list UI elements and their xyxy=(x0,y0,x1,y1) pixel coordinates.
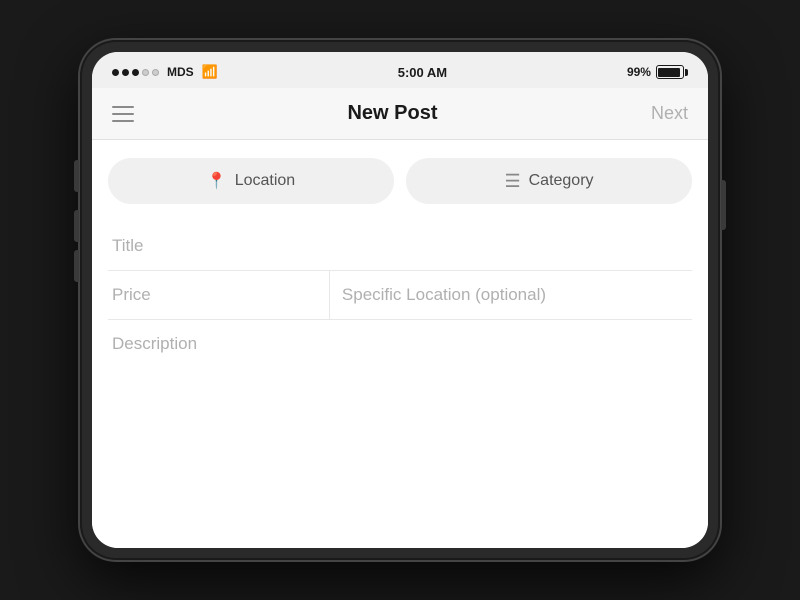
signal-dot-5 xyxy=(152,69,159,76)
location-pill-label: Location xyxy=(235,172,296,190)
specific-location-placeholder: Specific Location (optional) xyxy=(342,285,546,304)
wifi-icon: 📶 xyxy=(202,64,218,80)
status-left: MDS 📶 xyxy=(112,64,218,80)
specific-location-field[interactable]: Specific Location (optional) xyxy=(330,271,692,319)
category-pill-label: Category xyxy=(529,172,594,190)
carrier-label: MDS xyxy=(167,65,194,79)
description-placeholder: Description xyxy=(112,334,197,353)
battery-tip xyxy=(685,69,688,76)
hamburger-line-2 xyxy=(112,113,134,115)
battery-icon xyxy=(656,65,688,79)
time-display: 5:00 AM xyxy=(398,65,447,80)
hamburger-line-3 xyxy=(112,120,134,122)
hamburger-menu-button[interactable] xyxy=(112,106,134,122)
price-location-row: Price Specific Location (optional) xyxy=(108,271,692,320)
pills-row: 📍 Location ☰ Category xyxy=(108,158,692,204)
price-field[interactable]: Price xyxy=(108,271,330,319)
screen: MDS 📶 5:00 AM 99% New Post xyxy=(92,52,708,548)
price-placeholder: Price xyxy=(112,285,151,304)
phone-frame: MDS 📶 5:00 AM 99% New Post xyxy=(80,40,720,560)
hamburger-line-1 xyxy=(112,106,134,108)
status-right: 99% xyxy=(627,65,688,79)
content-area: 📍 Location ☰ Category Title Price Specif… xyxy=(92,140,708,548)
next-button[interactable]: Next xyxy=(651,103,688,124)
battery-body xyxy=(656,65,684,79)
nav-bar: New Post Next xyxy=(92,88,708,140)
signal-dot-2 xyxy=(122,69,129,76)
page-title: New Post xyxy=(347,102,437,125)
signal-dots xyxy=(112,69,159,76)
title-placeholder: Title xyxy=(112,236,144,256)
location-pill[interactable]: 📍 Location xyxy=(108,158,394,204)
battery-fill xyxy=(658,68,680,77)
signal-dot-1 xyxy=(112,69,119,76)
title-field[interactable]: Title xyxy=(108,222,692,271)
description-field[interactable]: Description xyxy=(108,320,692,532)
status-bar: MDS 📶 5:00 AM 99% xyxy=(92,52,708,88)
location-pill-icon: 📍 xyxy=(207,171,227,191)
category-pill-icon: ☰ xyxy=(504,171,520,192)
signal-dot-3 xyxy=(132,69,139,76)
category-pill[interactable]: ☰ Category xyxy=(406,158,692,204)
battery-percent: 99% xyxy=(627,65,651,79)
signal-dot-4 xyxy=(142,69,149,76)
